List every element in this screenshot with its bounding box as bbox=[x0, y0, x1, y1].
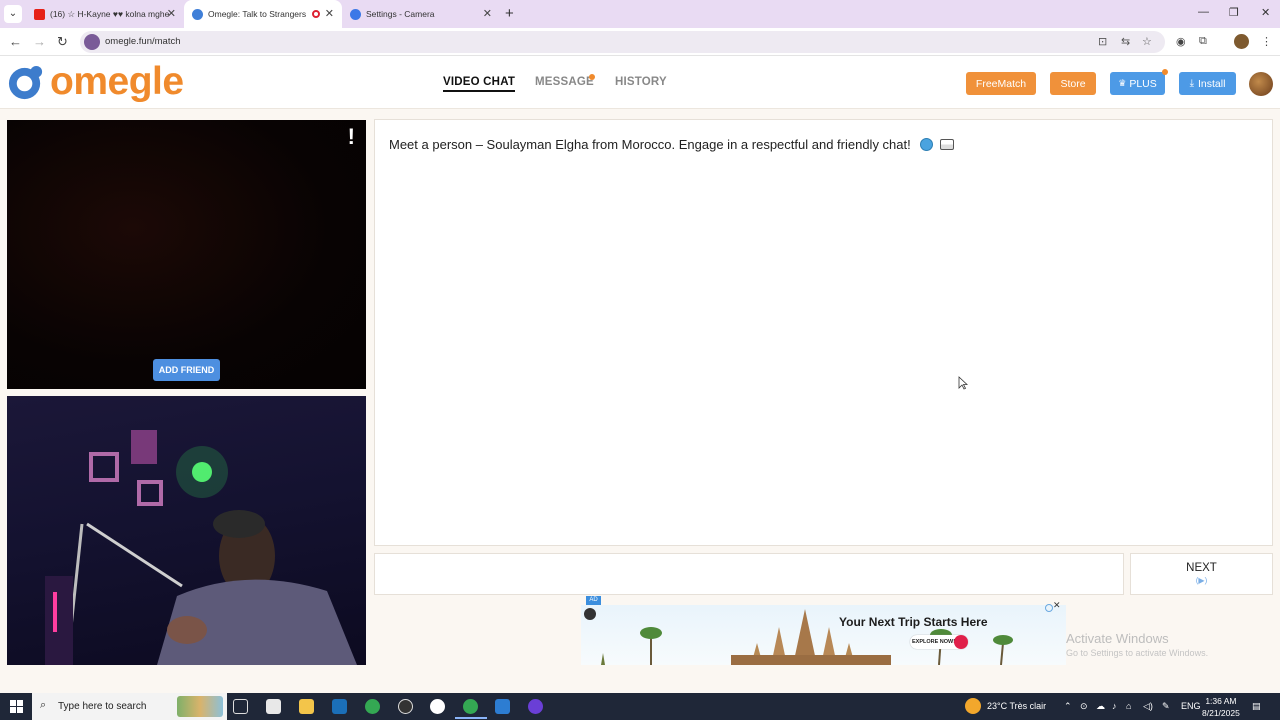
extension-icon[interactable]: ◉ bbox=[1176, 35, 1186, 48]
tab-settings-camera[interactable]: Settings - Camera ✕ bbox=[342, 0, 500, 28]
steam-icon[interactable] bbox=[332, 699, 347, 714]
cloud-icon[interactable]: ☁ bbox=[1096, 701, 1105, 712]
reload-icon[interactable]: ↻ bbox=[57, 34, 68, 50]
plus-button[interactable]: ♛ PLUS bbox=[1110, 72, 1165, 95]
search-highlight-icon bbox=[177, 696, 223, 717]
microsoft-store-icon[interactable] bbox=[266, 699, 281, 714]
store-button[interactable]: Store bbox=[1050, 72, 1096, 95]
nav-history[interactable]: HISTORY bbox=[615, 76, 667, 88]
local-video bbox=[7, 396, 366, 665]
plus-notification-dot bbox=[1162, 69, 1168, 75]
microphone-icon[interactable]: ♪ bbox=[1112, 701, 1117, 711]
report-alert-icon[interactable]: ! bbox=[348, 124, 355, 150]
ad-close-icon[interactable]: ✕ bbox=[1053, 600, 1061, 611]
activate-windows-subtitle: Go to Settings to activate Windows. bbox=[1066, 648, 1209, 658]
minimize-icon[interactable]: — bbox=[1198, 6, 1209, 18]
weather-text[interactable]: 23°C Très clair bbox=[987, 701, 1046, 711]
site-header: omegle VIDEO CHAT MESSAGE HISTORY FreeMa… bbox=[0, 56, 1280, 109]
file-explorer-icon[interactable] bbox=[299, 699, 314, 714]
browser-menu-icon[interactable]: ⋮ bbox=[1261, 35, 1272, 48]
close-tab-icon[interactable]: ✕ bbox=[483, 7, 492, 20]
recording-icon bbox=[312, 10, 320, 18]
next-shortcut-hint: (▶) bbox=[1195, 576, 1208, 585]
omegle-logo-icon[interactable] bbox=[7, 64, 46, 103]
profile-avatar[interactable] bbox=[1234, 34, 1249, 49]
country-flag-icon bbox=[939, 139, 954, 150]
search-icon: ⌕ bbox=[40, 699, 47, 711]
extensions-puzzle-icon[interactable]: ⧉ bbox=[1199, 35, 1207, 48]
omegle-logo-text[interactable]: omegle bbox=[50, 60, 184, 104]
message-notification-dot bbox=[589, 74, 595, 80]
gear-icon bbox=[350, 8, 361, 20]
nav-message[interactable]: MESSAGE bbox=[535, 76, 594, 88]
app-icon[interactable] bbox=[430, 699, 445, 714]
close-tab-icon[interactable]: ✕ bbox=[167, 7, 176, 20]
remote-video: ! ADD FRIEND bbox=[7, 120, 366, 389]
browser-tab-bar: ⌄ (16) ☆ H-Kayne ♥♥ kolna mghe ✕ Omegle:… bbox=[0, 0, 1280, 28]
pen-icon[interactable]: ✎ bbox=[1162, 701, 1170, 712]
tray-app-icon[interactable]: ⊙ bbox=[1080, 701, 1088, 712]
tab-omegle[interactable]: Omegle: Talk to Strangers vi ✕ bbox=[184, 0, 342, 28]
chrome-active-icon[interactable] bbox=[463, 699, 478, 714]
ad-info-icon[interactable] bbox=[1045, 604, 1053, 612]
crown-icon: ♛ bbox=[1118, 78, 1127, 88]
task-view-icon[interactable] bbox=[233, 699, 248, 714]
chat-log: Meet a person – Soulayman Elgha from Mor… bbox=[374, 119, 1273, 546]
volume-icon[interactable]: ◁) bbox=[1143, 701, 1153, 712]
back-icon[interactable]: ← bbox=[9, 34, 22, 49]
nav-video-chat[interactable]: VIDEO CHAT bbox=[443, 76, 516, 92]
youtube-icon bbox=[34, 8, 45, 20]
windows-taskbar: ⌕ Type here to search 23°C Très clair ⌃ … bbox=[0, 693, 1280, 720]
windows-start-icon[interactable] bbox=[10, 700, 23, 713]
add-friend-button[interactable]: ADD FRIEND bbox=[153, 359, 220, 381]
globe-icon bbox=[920, 138, 934, 151]
ad-temple-illustration bbox=[584, 608, 1013, 665]
local-camera-feed bbox=[45, 430, 357, 665]
ad-banner[interactable]: Your Next Trip Starts Here EXPLORE NOW! bbox=[581, 605, 1066, 665]
site-info-icon[interactable] bbox=[84, 34, 100, 50]
taskbar-clock[interactable]: 1:36 AM 8/21/2025 bbox=[1202, 695, 1240, 719]
ad-arrow-icon bbox=[954, 635, 968, 649]
next-button[interactable]: NEXT (▶) bbox=[1130, 553, 1273, 595]
install-app-icon[interactable]: ⊡ bbox=[1098, 35, 1107, 48]
network-icon[interactable]: ⌂ bbox=[1126, 701, 1131, 711]
ad-headline: Your Next Trip Starts Here bbox=[839, 615, 988, 629]
app-blue-icon[interactable] bbox=[495, 699, 510, 714]
ad-label: AD bbox=[586, 596, 601, 605]
tab-search-icon[interactable]: ⌄ bbox=[4, 5, 22, 23]
active-app-indicator bbox=[455, 717, 487, 719]
restore-icon[interactable]: ❐ bbox=[1229, 6, 1239, 19]
user-avatar[interactable] bbox=[1249, 72, 1273, 96]
activate-windows-title: Activate Windows bbox=[1066, 631, 1169, 646]
app-purple-icon[interactable] bbox=[528, 699, 543, 714]
notifications-icon[interactable]: ▤ bbox=[1252, 701, 1261, 712]
new-tab-icon[interactable]: + bbox=[505, 5, 514, 22]
mouse-cursor-icon bbox=[958, 376, 968, 390]
taskbar-search[interactable]: ⌕ Type here to search bbox=[32, 693, 227, 720]
language-indicator[interactable]: ENG bbox=[1181, 701, 1201, 711]
bookmark-star-icon[interactable]: ☆ bbox=[1142, 35, 1152, 48]
install-button[interactable]: ⤓ Install bbox=[1179, 72, 1236, 95]
tab-youtube[interactable]: (16) ☆ H-Kayne ♥♥ kolna mghe ✕ bbox=[26, 0, 184, 28]
obs-icon[interactable] bbox=[398, 699, 413, 714]
weather-icon[interactable] bbox=[965, 698, 981, 714]
tray-expand-icon[interactable]: ⌃ bbox=[1064, 701, 1072, 712]
forward-icon[interactable]: → bbox=[33, 34, 46, 49]
message-input[interactable] bbox=[374, 553, 1124, 595]
freematch-button[interactable]: FreeMatch bbox=[966, 72, 1036, 95]
chat-system-message: Meet a person – Soulayman Elgha from Mor… bbox=[389, 137, 954, 152]
browser-toolbar: ← → ↻ omegle.fun/match ⊡ ⇆ ☆ ◉ ⧉ ⋮ bbox=[0, 28, 1280, 56]
window-close-icon[interactable]: ✕ bbox=[1261, 6, 1270, 19]
omegle-favicon-icon bbox=[192, 8, 203, 20]
translate-icon[interactable]: ⇆ bbox=[1121, 35, 1130, 48]
chrome-icon[interactable] bbox=[365, 699, 380, 714]
download-icon: ⤓ bbox=[1189, 78, 1194, 89]
address-bar[interactable]: omegle.fun/match ⊡ ⇆ ☆ bbox=[80, 31, 1165, 53]
ad-explore-button[interactable]: EXPLORE NOW! bbox=[910, 635, 968, 649]
close-tab-icon[interactable]: ✕ bbox=[325, 7, 334, 20]
